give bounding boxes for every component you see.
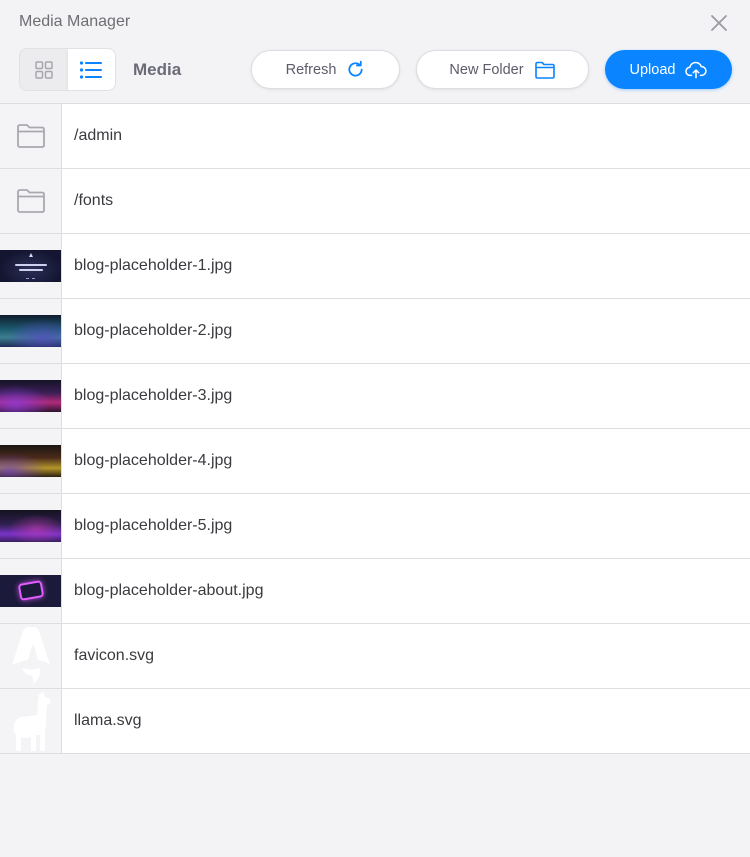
section-label: Media <box>133 60 182 79</box>
item-name: blog-placeholder-2.jpg <box>74 322 233 339</box>
thumbnail <box>0 104 62 168</box>
folder-icon <box>16 124 45 148</box>
thumbnail <box>0 429 62 493</box>
item-name: blog-placeholder-4.jpg <box>74 452 233 469</box>
astro-logo-icon <box>11 627 50 685</box>
media-list: /admin /fonts blog-placeholder-1.jpg blo… <box>0 103 750 754</box>
folder-icon <box>16 189 45 213</box>
list-item[interactable]: blog-placeholder-5.jpg <box>0 494 750 559</box>
close-icon <box>711 15 727 31</box>
grid-icon <box>35 60 53 79</box>
thumbnail <box>0 299 62 363</box>
list-item[interactable]: blog-placeholder-about.jpg <box>0 559 750 624</box>
view-mode-toggle <box>19 48 116 91</box>
item-name: blog-placeholder-1.jpg <box>74 257 233 274</box>
image-thumbnail <box>0 380 61 412</box>
image-thumbnail <box>0 250 61 282</box>
new-folder-button-label: New Folder <box>449 61 524 78</box>
item-name: /fonts <box>74 192 114 209</box>
list-item[interactable]: /admin <box>0 104 750 169</box>
thumbnail <box>0 624 62 688</box>
new-folder-button[interactable]: New Folder <box>416 50 589 89</box>
thumbnail <box>0 169 62 233</box>
refresh-icon <box>348 60 363 77</box>
item-name: llama.svg <box>74 712 142 729</box>
list-view-button[interactable] <box>67 49 115 90</box>
item-name: /admin <box>74 127 123 144</box>
title-bar: Media Manager <box>0 0 750 46</box>
image-preview-icon <box>14 253 47 279</box>
screen-graphic <box>17 580 45 601</box>
list-item[interactable]: llama.svg <box>0 689 750 754</box>
list-item[interactable]: blog-placeholder-3.jpg <box>0 364 750 429</box>
llama-icon <box>13 691 51 751</box>
toolbar: Media Refresh New Folder Upload <box>0 46 750 103</box>
refresh-button-label: Refresh <box>285 61 337 78</box>
list-item[interactable]: blog-placeholder-4.jpg <box>0 429 750 494</box>
thumbnail <box>0 234 62 298</box>
list-item[interactable]: /fonts <box>0 169 750 234</box>
thumbnail <box>0 689 62 753</box>
image-thumbnail <box>0 445 61 477</box>
image-thumbnail <box>0 510 61 542</box>
window-title: Media Manager <box>19 13 131 30</box>
cloud-upload-icon <box>685 61 708 78</box>
image-thumbnail <box>0 315 61 347</box>
grid-view-button[interactable] <box>20 49 68 90</box>
image-thumbnail <box>0 575 61 607</box>
list-item[interactable]: favicon.svg <box>0 624 750 689</box>
folder-icon <box>534 61 555 79</box>
upload-button-label: Upload <box>629 61 676 78</box>
item-name: favicon.svg <box>74 647 155 664</box>
item-name: blog-placeholder-about.jpg <box>74 582 264 599</box>
item-name: blog-placeholder-3.jpg <box>74 387 233 404</box>
close-button[interactable] <box>708 12 730 34</box>
list-item[interactable]: blog-placeholder-2.jpg <box>0 299 750 364</box>
list-item[interactable]: blog-placeholder-1.jpg <box>0 234 750 299</box>
thumbnail <box>0 559 62 623</box>
thumbnail <box>0 364 62 428</box>
upload-button[interactable]: Upload <box>605 50 732 89</box>
thumbnail <box>0 494 62 558</box>
media-manager-window: Media Manager Media Refresh New Folder U… <box>0 0 750 857</box>
item-name: blog-placeholder-5.jpg <box>74 517 233 534</box>
refresh-button[interactable]: Refresh <box>251 50 400 89</box>
list-icon <box>80 60 103 79</box>
